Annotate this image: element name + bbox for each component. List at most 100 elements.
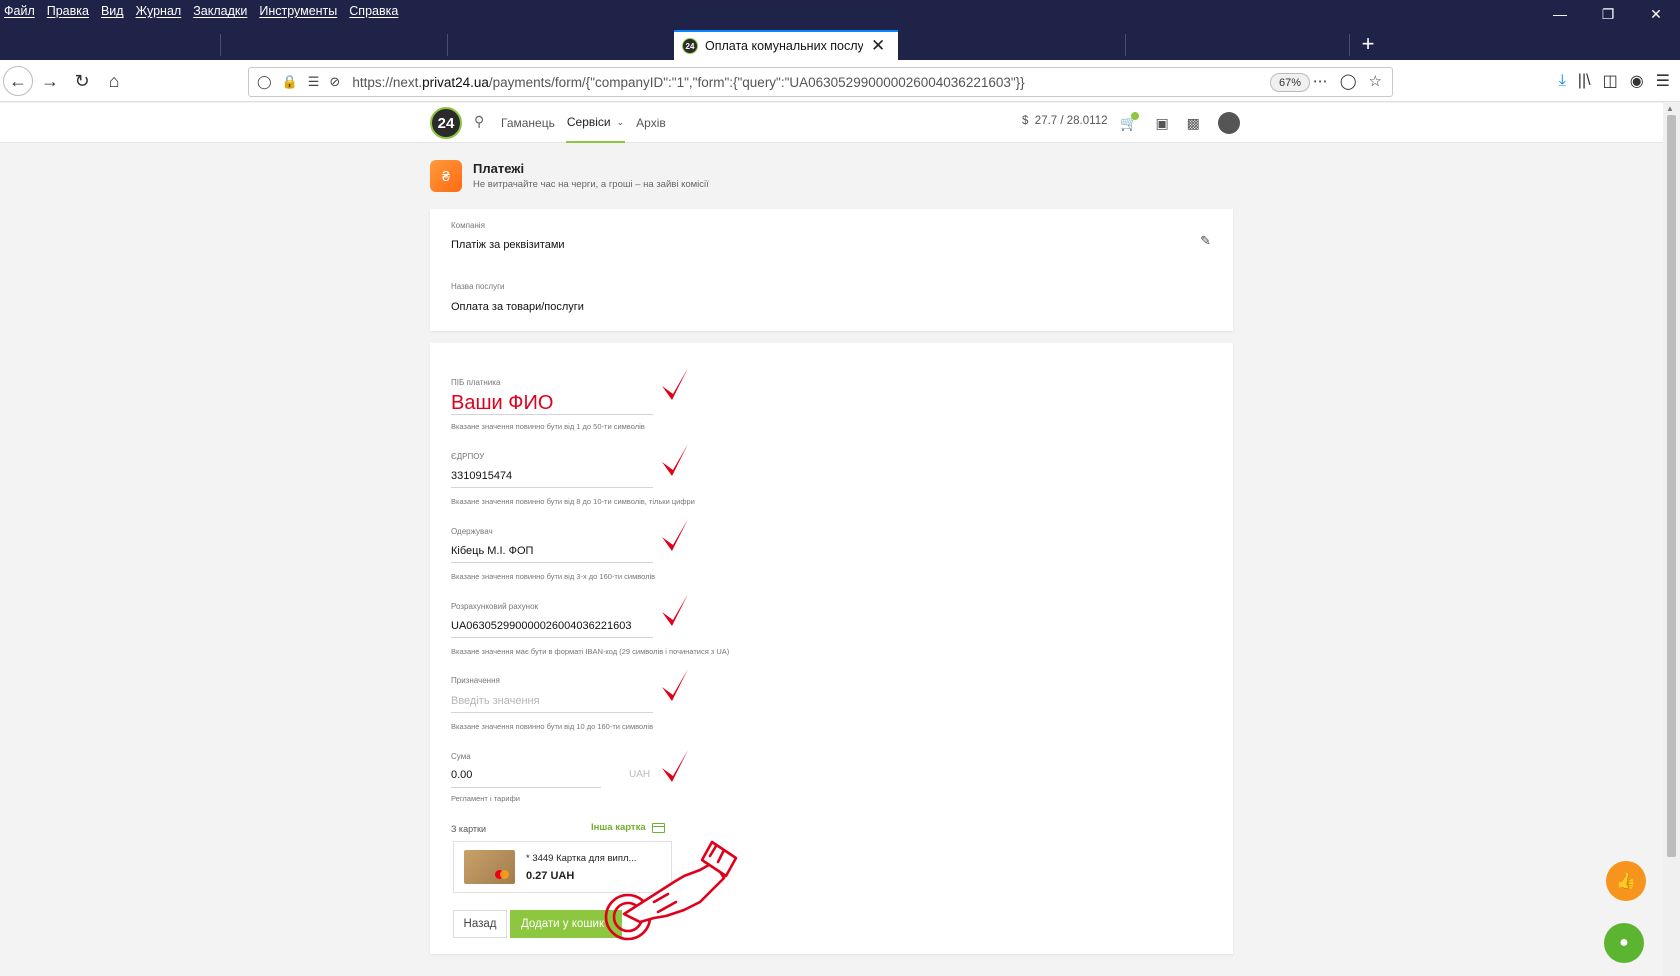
reload-icon[interactable]: ↻ [68,67,96,95]
scroll-up-arrow-icon[interactable]: ▲ [1666,104,1674,113]
amount-underline [451,787,601,788]
tab-separator [220,34,221,56]
menu-view[interactable]: Вид [95,4,130,18]
purpose-label: Призначення [451,676,500,685]
red-check-icon [662,444,688,476]
amount-label: Сума [451,752,471,761]
library-icon[interactable]: ||\ [1578,72,1591,90]
lock-icon[interactable]: 🔒 [282,74,298,90]
payer-input[interactable]: Ваши ФИО [451,392,553,415]
sidebar-icon[interactable]: ◫ [1603,71,1618,91]
card-balance: 0.27 UAH [526,870,575,882]
red-check-icon [662,750,688,782]
home-icon[interactable]: ⌂ [100,67,128,95]
menu-bookmarks[interactable]: Закладки [187,4,253,18]
edrpou-hint: Вказане значення повинно бути від 8 до 1… [451,497,695,506]
mastercard-icon [495,870,509,879]
pencil-edit-icon[interactable]: ✎ [1200,233,1211,249]
tab-separator [1125,34,1126,56]
cart-icon[interactable]: 🛒 [1120,111,1139,132]
browser-titlebar: Файл Правка Вид Журнал Закладки Инструме… [0,0,1680,60]
company-value: Платіж за реквізитами [451,239,565,251]
nav-archive[interactable]: Архів [635,103,667,143]
close-window-icon[interactable]: ✕ [1632,0,1680,28]
menu-help[interactable]: Справка [343,4,404,18]
user-avatar-icon[interactable] [1217,112,1240,134]
minimize-icon[interactable]: — [1536,0,1584,28]
account-input[interactable]: UA063052990000026004036221603 [451,620,631,632]
pointing-hand-icon [604,840,738,941]
nav-archive-label: Архів [636,116,666,130]
amount-input[interactable]: 0.00 [451,769,472,781]
recipient-hint: Вказане значення повинно бути від 3-х до… [451,572,656,581]
menu-file[interactable]: Файл [0,4,41,18]
chat-bubble-icon: ● [1619,934,1629,951]
tab-active[interactable]: 24 Оплата комунальних послуг ✕ [674,30,898,60]
cart-badge [1131,111,1139,120]
download-icon[interactable]: ⤓ [1559,72,1566,90]
shield-icon[interactable]: ◯ [257,74,272,90]
nav-services-label: Сервіси [566,115,611,129]
site-header: 24 ⚲ Гаманець Сервіси ⌄ Архів $ 27.7 / 28… [0,103,1663,143]
forward-arrow-icon[interactable]: → [36,67,64,95]
back-arrow-icon[interactable]: ← [3,66,33,96]
page-actions-icon[interactable]: ⋯ [1313,72,1328,90]
edrpou-input[interactable]: 3310915474 [451,470,512,482]
feedback-like-button[interactable]: 👍 [1606,861,1646,901]
account-icon[interactable]: ◉ [1630,71,1644,91]
from-card-label: З картки [451,824,486,834]
red-check-icon [662,519,688,551]
privat24-favicon-icon: 24 [682,38,698,54]
red-check-icon [662,368,688,400]
menu-edit[interactable]: Правка [41,4,95,18]
rate-value: 27.7 / 28.0112 [1034,115,1108,127]
search-icon[interactable]: ⚲ [474,113,484,130]
menu-tools[interactable]: Инструменты [253,4,343,18]
account-hint: Вказане значення має бути в форматі IBAN… [451,647,730,656]
window-controls: — ❐ ✕ [1536,0,1680,28]
zoom-level-badge[interactable]: 67% [1270,73,1310,92]
tariffs-link[interactable]: Регламент і тарифи [451,794,520,803]
credit-card-icon [651,822,665,833]
privat24-logo[interactable]: 24 [430,107,462,139]
tab-separator [447,34,448,56]
account-underline [451,637,653,638]
red-check-icon [662,669,688,701]
url-domain: privat24.ua [422,74,489,90]
browser-navbar: ← → ↻ ⌂ ◯ 🔒 ☰ ⊘ https://next.privat24.ua… [0,60,1680,102]
account-label: Розрахунковий рахунок [451,602,539,611]
permissions-icon[interactable]: ☰ [308,74,320,90]
company-label: Компанія [451,221,485,230]
bookmark-star-icon[interactable]: ☆ [1369,72,1382,90]
clipboard-icon[interactable]: ▩ [1187,115,1200,132]
restore-icon[interactable]: ❐ [1584,0,1632,28]
nav-services[interactable]: Сервіси ⌄ [565,103,626,143]
hamburger-menu-icon[interactable]: ☰ [1656,71,1670,91]
page-scrollbar[interactable]: ▲ [1663,103,1680,976]
scrollbar-thumb[interactable] [1667,115,1676,857]
nav-wallet[interactable]: Гаманець [500,103,556,143]
address-bar[interactable]: ◯ 🔒 ☰ ⊘ https://next.privat24.ua/payment… [248,67,1393,97]
edrpou-label: ЄДРПОУ [451,452,485,461]
recipient-input[interactable]: Кібець М.І. ФОП [451,545,533,557]
url-text[interactable]: https://next.privat24.ua/payments/form/{… [352,75,1024,90]
rate-currency: $ [1022,115,1029,127]
menu-bar: Файл Правка Вид Журнал Закладки Инструме… [0,0,404,22]
tab-close-icon[interactable]: ✕ [871,36,885,56]
payment-form: ПІБ платника Ваши ФИО Вказане значення п… [430,343,1233,954]
pocket-icon[interactable]: ◯ [1340,72,1357,90]
new-tab-icon[interactable]: + [1356,30,1380,58]
page-title: Платежі [473,161,525,176]
payer-label: ПІБ платника [451,378,501,387]
url-security-icons: ◯ 🔒 ☰ ⊘ [249,74,340,90]
chat-button[interactable]: ● [1604,923,1644,963]
back-button[interactable]: Назад [453,910,507,938]
purpose-input[interactable]: Введіть значення [451,695,540,707]
calendar-icon[interactable]: ▣ [1155,115,1168,132]
service-label: Назва послуги [451,282,505,291]
site-nav: Гаманець Сервіси ⌄ Архів [500,103,667,143]
tracking-off-icon[interactable]: ⊘ [329,74,340,90]
menu-history[interactable]: Журнал [130,4,188,18]
header-icons: 🛒 ▣ ▩ [1120,111,1240,134]
purpose-hint: Вказане значення повинно бути від 10 до … [451,722,654,731]
